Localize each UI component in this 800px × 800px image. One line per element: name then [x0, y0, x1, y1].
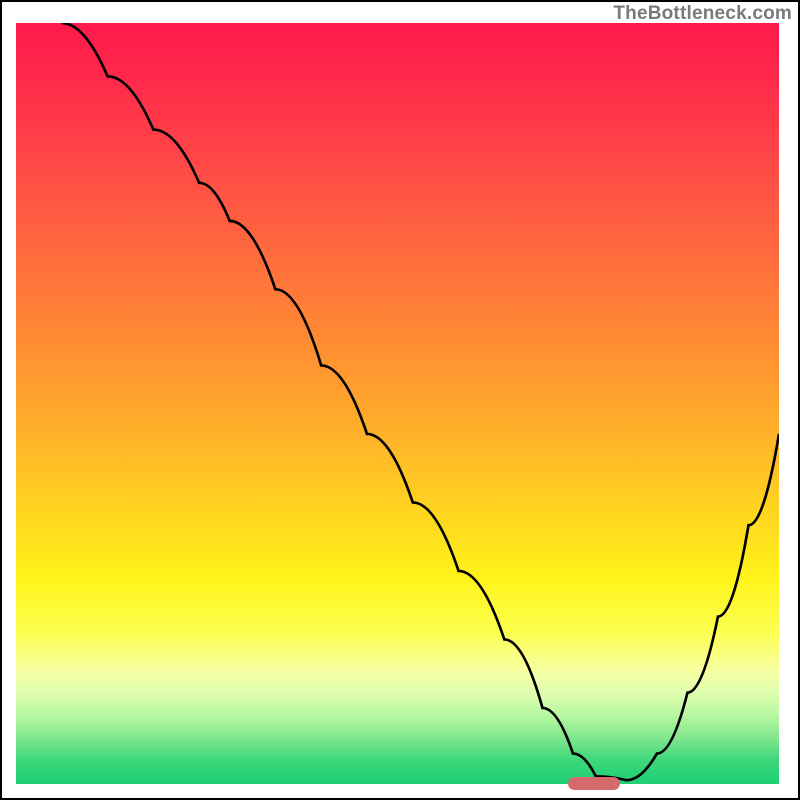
- bottleneck-curve: [16, 23, 779, 784]
- attribution-text: TheBottleneck.com: [613, 3, 792, 25]
- optimal-range-marker: [568, 777, 620, 790]
- chart-frame: TheBottleneck.com: [0, 0, 800, 800]
- plot-area: [16, 23, 779, 784]
- curve-path: [62, 23, 779, 780]
